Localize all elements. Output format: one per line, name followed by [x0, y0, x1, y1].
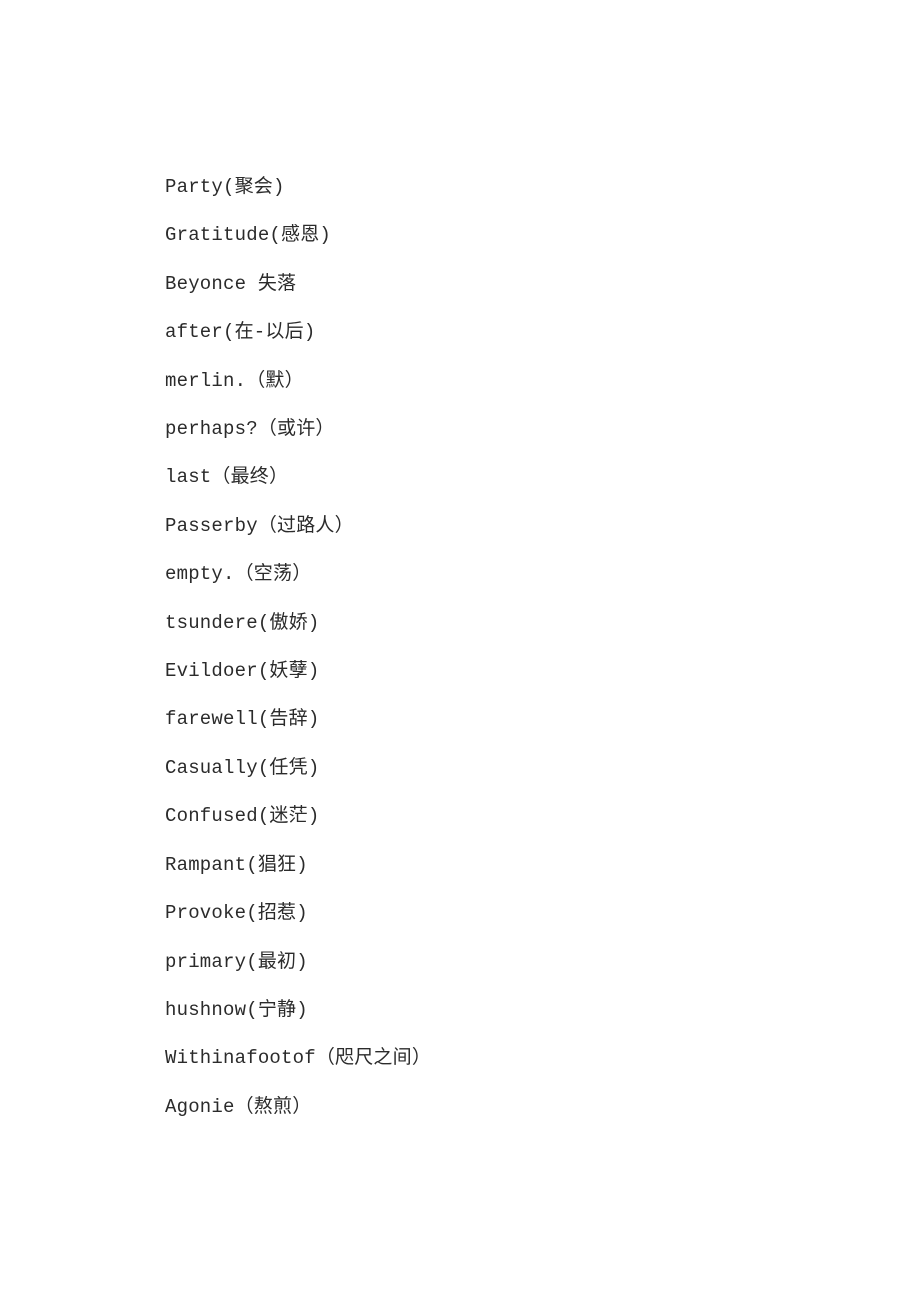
list-item: Evildoer(妖孽) [165, 660, 320, 683]
list-item: Party(聚会) [165, 176, 285, 198]
list-item: hushnow(宁静) [165, 998, 308, 1021]
list-item: Beyonce 失落 [165, 272, 297, 295]
list-item: perhaps?（或许） [165, 418, 335, 441]
list-item: empty.（空荡） [165, 563, 312, 586]
list-item: last（最终） [165, 466, 289, 489]
list-item: Casually(任凭) [165, 756, 320, 779]
list-item: farewell(告辞) [165, 708, 320, 731]
document-page: Party(聚会) Gratitude(感恩) Beyonce 失落 after… [0, 0, 920, 1302]
list-item: Passerby（过路人） [165, 514, 354, 537]
list-item: Provoke(招惹) [165, 902, 308, 925]
list-item: Confused(迷茫) [165, 805, 320, 828]
list-item: tsundere(傲娇) [165, 611, 320, 634]
list-item: Gratitude(感恩) [165, 224, 332, 247]
list-item: merlin.（默） [165, 369, 304, 392]
list-item: primary(最初) [165, 950, 308, 973]
list-item: Withinafootof（咫尺之间） [165, 1047, 432, 1070]
list-item: Rampant(猖狂) [165, 853, 308, 876]
list-item: after(在-以后) [165, 321, 316, 344]
word-list: Party(聚会) Gratitude(感恩) Beyonce 失落 after… [165, 163, 805, 1131]
list-item: Agonie（熬煎） [165, 1095, 312, 1118]
